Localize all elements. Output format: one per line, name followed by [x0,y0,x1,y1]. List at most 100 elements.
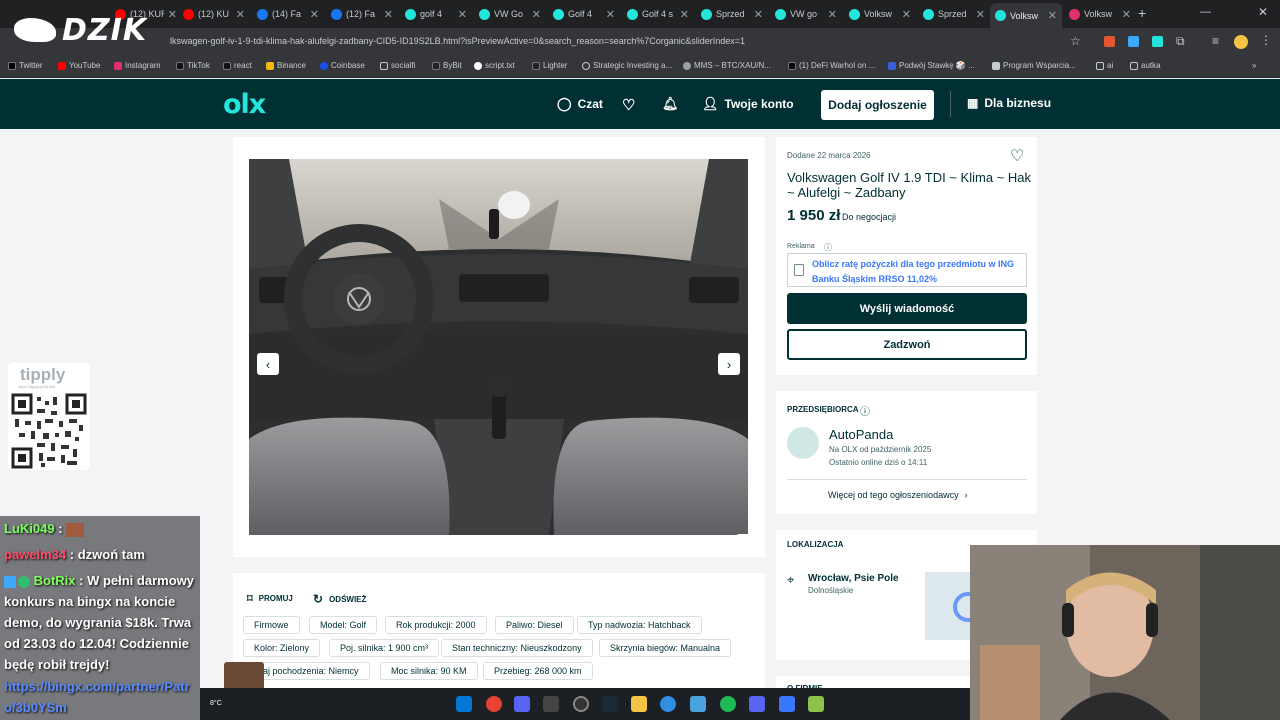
bookmark-item[interactable]: MMS – BTC/XAU/N... [683,61,771,70]
app-icon[interactable] [779,696,795,712]
close-tab-icon[interactable]: ✕ [310,8,319,21]
info-icon[interactable]: ⓘ [860,403,870,418]
close-tab-icon[interactable]: ✕ [1122,8,1131,21]
favorites-heart-icon[interactable]: ♡ [622,96,635,114]
more-from-seller-link[interactable]: Więcej od tego ogłoszeniodawcy › [828,490,968,500]
bookmark-item[interactable]: Program Wsparcia... [992,61,1076,70]
previous-image-button[interactable]: ‹ [257,353,279,375]
business-link[interactable]: ▦ Dla biznesu [967,96,1051,110]
browser-tab[interactable]: VW go ✕ [770,4,842,24]
fullscreen-expand-icon[interactable]: ⤢ [736,534,748,535]
browser-tab[interactable]: Sprzed ✕ [918,4,990,24]
extension-icon[interactable] [1128,36,1139,47]
seller-name[interactable]: AutoPanda [829,427,893,442]
post-ad-button[interactable]: Dodaj ogłoszenie [821,90,934,120]
bookmark-star-icon[interactable]: ☆ [1070,34,1081,48]
bookmark-icon: ⌑ [247,593,253,605]
file-explorer-icon[interactable] [631,696,647,712]
olx-logo[interactable]: olx [223,89,266,120]
media-control-icon[interactable]: ≡ [1212,34,1219,48]
close-tab-icon[interactable]: ✕ [1048,9,1057,22]
close-window-button[interactable]: ✕ [1258,5,1268,19]
close-tab-icon[interactable]: ✕ [754,8,763,21]
app-icon[interactable] [660,696,676,712]
bookmark-item[interactable]: (1) DeFi Warhol on ... [788,61,875,70]
browser-tab[interactable]: (12) KU ✕ [178,4,250,24]
notifications-bell-icon[interactable]: 🔔︎ [662,96,679,112]
close-tab-icon[interactable]: ✕ [458,8,467,21]
bookmark-item[interactable]: ByBit [432,61,462,70]
bookmark-folder[interactable]: ai [1096,61,1113,70]
send-message-button[interactable]: Wyślij wiadomość [787,293,1027,324]
favorite-heart-icon[interactable]: ♡ [1010,146,1024,166]
app-icon[interactable] [690,696,706,712]
browser-tab[interactable]: Volksw ✕ [844,4,916,24]
coinbase-icon [320,61,328,70]
bookmark-item[interactable]: script.txt [474,61,515,70]
bookmark-item[interactable]: Coinbase [320,61,365,70]
app-icon[interactable] [808,696,824,712]
refresh-action[interactable]: ↻ ODŚWIEŻ [313,592,366,606]
browser-tab[interactable]: (14) Fa ✕ [252,4,324,24]
bookmark-item[interactable]: Binance [266,61,306,70]
close-tab-icon[interactable]: ✕ [976,8,985,21]
info-icon[interactable]: ⓘ [824,242,832,253]
param-chip: Rok produkcji: 2000 [385,616,487,634]
extension-icon[interactable] [1152,36,1163,47]
app-icon[interactable] [543,696,559,712]
bookmark-item[interactable]: YouTube [58,61,100,70]
browser-tab[interactable]: golf 4 ✕ [400,4,472,24]
discord-icon[interactable] [514,696,530,712]
bookmark-item[interactable]: Lighter [532,61,567,70]
weather-widget[interactable]: 8°C [210,700,222,707]
close-tab-icon[interactable]: ✕ [236,8,245,21]
verified-badge-icon [18,575,30,588]
bookmark-item[interactable]: Podwój Stawkę 🎲 ... [888,61,975,70]
extensions-puzzle-icon[interactable]: ⧉ [1176,34,1185,49]
close-tab-icon[interactable]: ✕ [532,8,541,21]
extension-icon[interactable] [1104,36,1115,47]
close-tab-icon[interactable]: ✕ [384,8,393,21]
browser-tab[interactable]: (12) Fa ✕ [326,4,398,24]
close-tab-icon[interactable]: ✕ [680,8,689,21]
bookmark-item[interactable]: Strategic Investing a... [582,61,672,70]
chat-link[interactable]: ◯ Czat [557,96,603,112]
browser-tab[interactable]: Sprzed ✕ [696,4,768,24]
loan-calculator-ad[interactable]: Oblicz ratę pożyczki dla tego przedmiotu… [787,253,1027,287]
car-interior-photo[interactable]: ‹ › ⤢ [249,159,748,535]
profile-avatar[interactable] [1234,35,1248,49]
close-tab-icon[interactable]: ✕ [168,8,177,21]
browser-tab[interactable]: Golf 4 s ✕ [622,4,694,24]
chat-link[interactable]: https://bingx.com/partner/Patro/3b0YSm [4,676,200,718]
windows-start-icon[interactable] [456,696,472,712]
browser-tab[interactable]: Volksw ✕ [1064,4,1136,24]
chrome-icon[interactable] [486,696,502,712]
instagram-icon [114,61,122,70]
next-image-button[interactable]: › [718,353,740,375]
bookmark-item[interactable]: react [223,61,252,70]
minimize-button[interactable]: — [1200,6,1211,18]
close-tab-icon[interactable]: ✕ [606,8,615,21]
promote-action[interactable]: ⌑ PROMUJ [247,592,293,605]
steam-icon[interactable] [602,696,618,712]
location-map[interactable] [925,572,973,640]
account-link[interactable]: 👤︎ Twoje konto [702,96,794,112]
bookmark-item[interactable]: Instagram [114,61,161,70]
bookmark-folder[interactable]: socialfi [380,61,415,70]
obs-icon[interactable] [573,696,589,712]
call-button[interactable]: Zadzwoń [787,329,1027,360]
close-tab-icon[interactable]: ✕ [828,8,837,21]
more-bookmarks-icon[interactable]: » [1252,61,1256,70]
close-tab-icon[interactable]: ✕ [902,8,911,21]
browser-tab[interactable]: VW Go ✕ [474,4,546,24]
bookmark-folder[interactable]: autka [1130,61,1161,70]
url-field[interactable]: lkswagen-golf-iv-1-9-tdi-klima-hak-alufe… [170,36,745,46]
new-tab-button[interactable]: + [1138,5,1146,21]
browser-tab-active[interactable]: Volksw ✕ [990,3,1062,28]
bookmark-item[interactable]: Twitter [8,61,43,70]
browser-menu-icon[interactable]: ⋮ [1260,33,1272,47]
spotify-icon[interactable] [720,696,736,712]
discord-icon[interactable] [749,696,765,712]
browser-tab[interactable]: Golf 4 ✕ [548,4,620,24]
bookmark-item[interactable]: TikTok [176,61,210,70]
